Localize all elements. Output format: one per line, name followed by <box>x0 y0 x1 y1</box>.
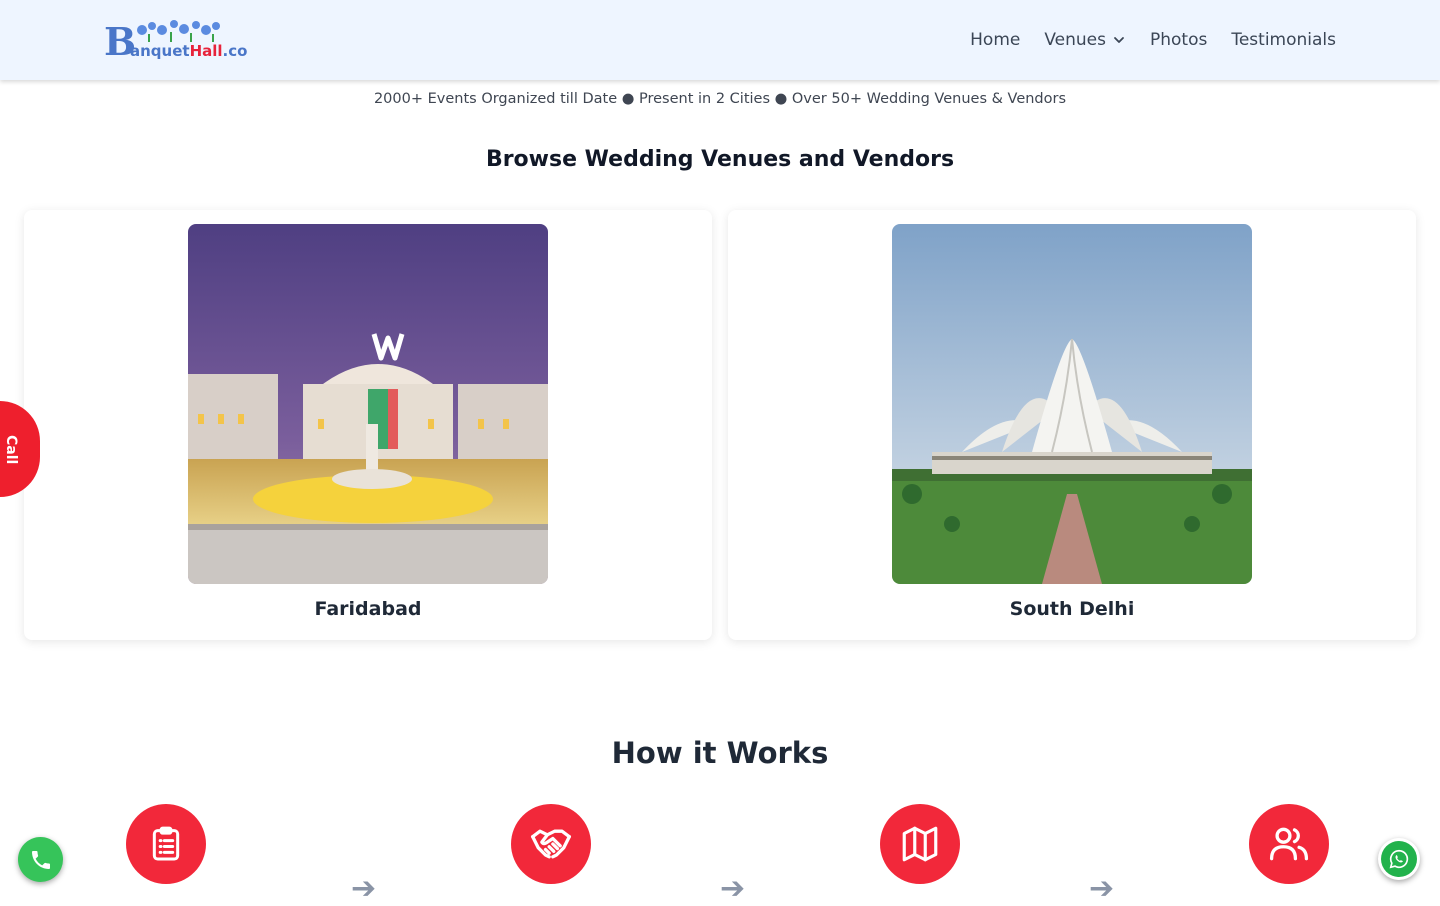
main-nav: Home Venues Photos Testimonials <box>970 29 1336 51</box>
whatsapp-icon <box>1389 849 1409 869</box>
how-it-works-title: How it Works <box>611 736 829 770</box>
users-icon <box>1269 827 1309 861</box>
clipboard-icon <box>152 826 180 861</box>
map-icon <box>902 826 938 862</box>
stats-line: 2000+ Events Organized till Date ● Prese… <box>373 91 1067 107</box>
city-image-faridabad <box>188 224 548 584</box>
city-name-south-delhi: South Delhi <box>1009 598 1135 620</box>
step-1 <box>126 804 206 884</box>
browse-title: Browse Wedding Venues and Vendors <box>485 147 955 172</box>
call-back-label: Call Back <box>3 435 19 465</box>
handshake-icon <box>531 829 571 859</box>
site-header: B anquetHall.co Home Venues Photos Testi… <box>0 0 1440 80</box>
flower-logo-icon <box>137 20 220 42</box>
nav-home[interactable]: Home <box>970 29 1020 51</box>
city-image-south-delhi <box>892 224 1252 584</box>
nav-photos[interactable]: Photos <box>1150 29 1207 51</box>
logo-wordmark: anquetHall.co <box>130 42 248 60</box>
step-3 <box>880 804 960 884</box>
site-logo[interactable]: B anquetHall.co <box>104 18 248 64</box>
chevron-down-icon <box>1114 37 1124 43</box>
nav-testimonials[interactable]: Testimonials <box>1231 29 1336 51</box>
city-name-faridabad: Faridabad <box>314 598 422 620</box>
city-card-south-delhi[interactable]: South Delhi <box>728 210 1416 640</box>
whatsapp-button[interactable] <box>1378 838 1420 880</box>
step-4 <box>1249 804 1329 884</box>
phone-icon <box>31 850 50 869</box>
nav-venues[interactable]: Venues <box>1044 29 1126 51</box>
phone-call-button[interactable] <box>18 837 63 882</box>
city-card-faridabad[interactable]: Faridabad <box>24 210 712 640</box>
step-2 <box>511 804 591 884</box>
